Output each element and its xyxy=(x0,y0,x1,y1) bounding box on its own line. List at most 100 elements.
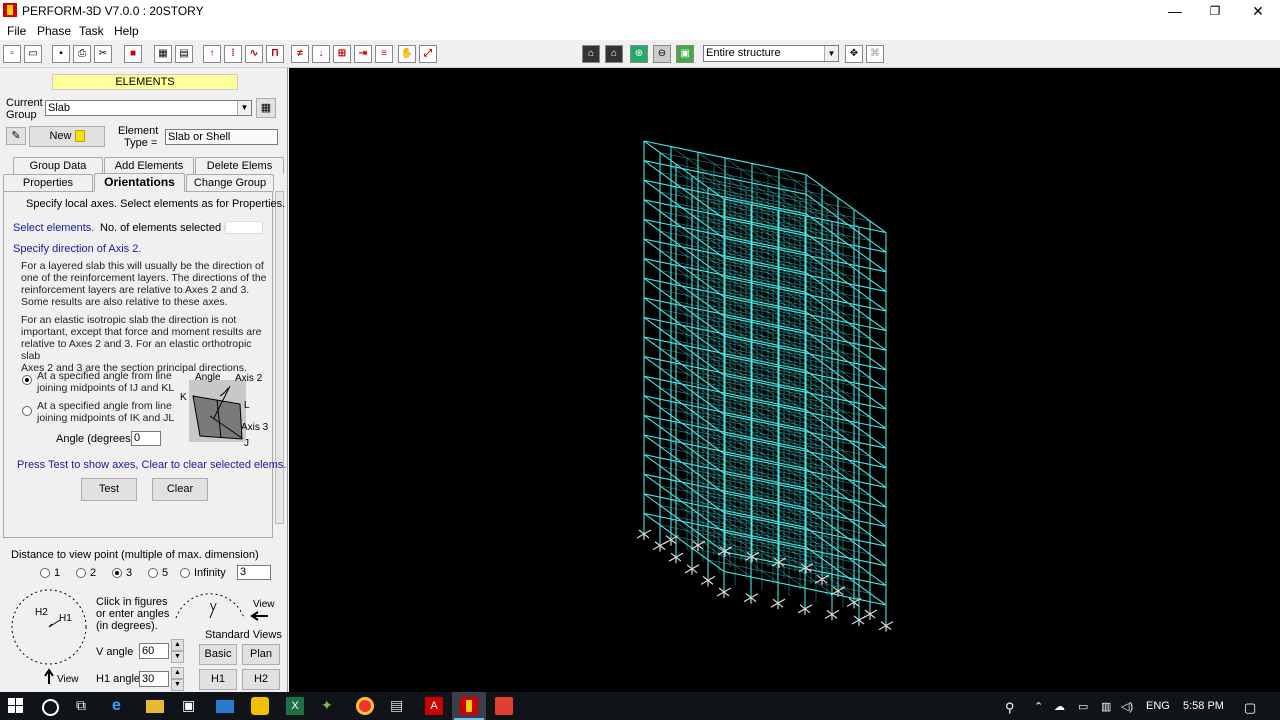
mail-icon[interactable] xyxy=(216,700,234,713)
network-icon[interactable]: ▥ xyxy=(1101,700,1111,713)
element-type-label-line1: Element xyxy=(118,125,159,137)
distance-radio-infinity[interactable] xyxy=(180,568,190,578)
clock[interactable]: 5:58 PM xyxy=(1183,700,1224,712)
current-group-label-line2: Group xyxy=(6,109,37,121)
distance-radio-1[interactable] xyxy=(40,568,50,578)
distance-radio-5[interactable] xyxy=(148,568,158,578)
pdf-icon[interactable]: A xyxy=(425,697,443,715)
print-icon[interactable]: ⎙ xyxy=(73,45,91,63)
new-group-button[interactable]: New xyxy=(29,126,105,147)
tab-group-data[interactable]: Group Data xyxy=(13,157,103,174)
test-button[interactable]: Test xyxy=(81,478,137,501)
tab-add-elements[interactable]: Add Elements xyxy=(104,157,194,174)
media-icon[interactable]: ▤ xyxy=(390,697,408,715)
para2-line2: important, except that force and moment … xyxy=(21,326,262,338)
store-icon[interactable]: ▣ xyxy=(182,697,200,715)
zoom-out-icon[interactable]: ⊖ xyxy=(653,45,671,63)
task-view-icon[interactable]: ⧉ xyxy=(76,697,94,715)
view-arrow-label: View xyxy=(57,674,79,685)
save-icon[interactable]: ▪ xyxy=(52,45,70,63)
h1-angle-input[interactable]: 30 xyxy=(139,671,169,687)
refresh-icon[interactable]: ▣ xyxy=(676,45,694,63)
h2-view-button[interactable]: H2 xyxy=(242,669,280,690)
app-leaf-icon[interactable]: ✦ xyxy=(321,697,339,715)
diagram-axis3-label: Axis 3 xyxy=(241,422,269,433)
group-options-icon[interactable]: ▦ xyxy=(256,98,276,118)
distance-radio-2[interactable] xyxy=(76,568,86,578)
h1-angle-up-icon[interactable]: ▲ xyxy=(171,667,184,679)
onedrive-icon[interactable]: ☁ xyxy=(1054,700,1065,713)
column-icon[interactable]: Π xyxy=(266,45,284,63)
hand-icon[interactable]: ✋ xyxy=(398,45,416,63)
tab-change-group[interactable]: Change Group xyxy=(186,174,274,191)
tab-properties[interactable]: Properties xyxy=(3,174,93,191)
pan-icon[interactable]: ✥ xyxy=(845,45,863,63)
distance-radio-3[interactable] xyxy=(112,568,122,578)
v-angle-up-icon[interactable]: ▲ xyxy=(171,639,184,651)
new-file-icon[interactable]: ▫ xyxy=(3,45,21,63)
angle-degrees-label: Angle (degrees) xyxy=(56,433,135,445)
reset-view-icon[interactable]: ⌘ xyxy=(866,45,884,63)
notifications-icon[interactable]: ▢ xyxy=(1244,700,1256,716)
curve-icon[interactable]: ∿ xyxy=(245,45,263,63)
plan-view-button[interactable]: Plan xyxy=(242,644,280,665)
new-button-label: New xyxy=(49,130,72,142)
arrow-up-icon[interactable]: ↑ xyxy=(203,45,221,63)
file-explorer-icon[interactable] xyxy=(146,700,164,713)
excel-icon[interactable]: X xyxy=(286,697,304,715)
menu-phase[interactable]: Phase xyxy=(37,24,71,38)
drift-icon[interactable]: ⇥ xyxy=(354,45,372,63)
tab-delete-elems[interactable]: Delete Elems xyxy=(195,157,284,174)
mass-icon[interactable]: ⊞ xyxy=(333,45,351,63)
zoom-in-icon[interactable]: ⊕ xyxy=(630,45,648,63)
angle-degrees-input[interactable]: 0 xyxy=(131,431,161,446)
option-ik-jl-radio[interactable] xyxy=(22,406,32,416)
edge-icon[interactable]: e xyxy=(112,697,130,715)
battery-icon[interactable]: ▭ xyxy=(1078,700,1088,713)
v-angle-down-icon[interactable]: ▼ xyxy=(171,651,184,663)
open-folder-icon[interactable]: ▭ xyxy=(24,45,42,63)
clear-button[interactable]: Clear xyxy=(152,478,208,501)
nodes-icon[interactable]: ⁞ xyxy=(224,45,242,63)
scissors-icon[interactable]: ✂ xyxy=(94,45,112,63)
sticky-app-icon[interactable] xyxy=(251,697,269,715)
tray-chevron-icon[interactable]: ⌃ xyxy=(1034,700,1043,713)
para1-line4: Some results are also relative to these … xyxy=(21,296,228,308)
recorder-icon[interactable] xyxy=(495,697,513,715)
restore-button[interactable]: ❐ xyxy=(1192,0,1238,22)
tab-orientations[interactable]: Orientations xyxy=(94,173,185,192)
volume-icon[interactable]: ◁) xyxy=(1121,700,1133,713)
option-ij-kl-radio[interactable] xyxy=(22,375,32,385)
menu-help[interactable]: Help xyxy=(114,24,139,38)
people-icon[interactable]: ⚲ xyxy=(1005,700,1015,716)
horizontal-angle-dial[interactable]: H2 H1 View xyxy=(8,588,92,688)
view-3d-icon[interactable]: ⌂ xyxy=(582,45,600,63)
view-scope-select[interactable]: Entire structure ▼ xyxy=(703,45,839,62)
distance-input[interactable]: 3 xyxy=(237,565,271,580)
basic-view-button[interactable]: Basic xyxy=(199,644,237,665)
current-group-select[interactable]: Slab ▼ xyxy=(45,100,252,116)
close-button[interactable]: ✕ xyxy=(1235,0,1280,22)
structure-icon[interactable]: ■ xyxy=(124,45,142,63)
grid-icon[interactable]: ▦ xyxy=(154,45,172,63)
view-elev-icon[interactable]: ⌂ xyxy=(605,45,623,63)
frame-icon[interactable]: ▤ xyxy=(175,45,193,63)
menu-task[interactable]: Task xyxy=(79,24,104,38)
perform3d-taskbar-icon[interactable] xyxy=(460,697,478,715)
menu-file[interactable]: File xyxy=(7,24,26,38)
brace-icon[interactable]: ≠ xyxy=(291,45,309,63)
panel-scrollbar[interactable] xyxy=(275,191,284,524)
windows-start-icon[interactable] xyxy=(8,698,24,714)
model-view-canvas[interactable] xyxy=(289,68,1280,692)
chrome-icon[interactable] xyxy=(356,697,374,715)
limit-icon[interactable]: ≡ xyxy=(375,45,393,63)
v-angle-input[interactable]: 60 xyxy=(139,643,169,659)
h1-angle-down-icon[interactable]: ▼ xyxy=(171,679,184,691)
h1-view-button[interactable]: H1 xyxy=(199,669,237,690)
pointer-icon[interactable]: ✎ xyxy=(6,127,26,145)
load-icon[interactable]: ↓ xyxy=(312,45,330,63)
language-indicator[interactable]: ENG xyxy=(1146,700,1170,712)
select-elements-link[interactable]: Select elements. xyxy=(13,222,94,234)
analysis-icon[interactable]: ⤢ xyxy=(419,45,437,63)
search-icon[interactable] xyxy=(42,699,59,716)
